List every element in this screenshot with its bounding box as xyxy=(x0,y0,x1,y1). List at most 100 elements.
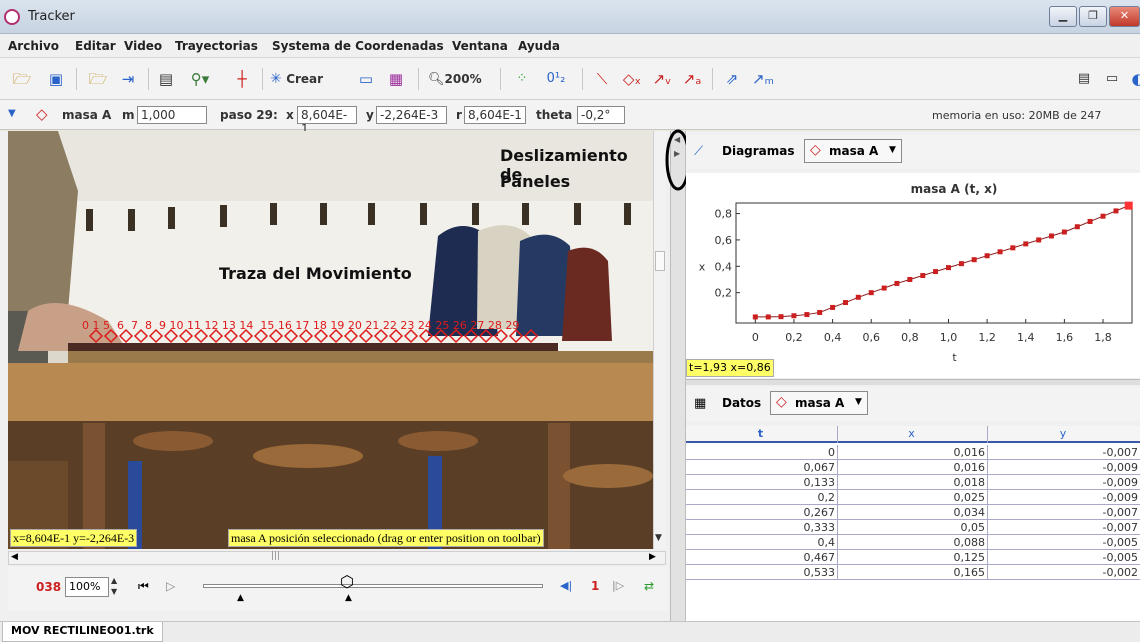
plot-track-dropdown[interactable]: ◇ masa A ▼ xyxy=(804,139,902,163)
close-button[interactable]: ✕ xyxy=(1109,6,1140,27)
menu-trayectorias[interactable]: Trayectorias xyxy=(175,39,258,53)
column-header-y[interactable]: y xyxy=(988,426,1140,443)
time-slider[interactable] xyxy=(203,584,543,588)
table-cell[interactable]: 0,067 xyxy=(686,460,838,475)
create-track-button[interactable]: ✳ Crear xyxy=(270,68,323,90)
plot-panel[interactable]: masa A (t, x) t x 0,8 0,6 0,4 0,2 0 0,2 0,4 0,6 0,8… xyxy=(686,173,1140,378)
table-cell[interactable]: 0,016 xyxy=(838,445,988,460)
vector-sum-icon[interactable]: ⇗ xyxy=(722,68,742,90)
data-point[interactable] xyxy=(843,300,849,306)
menu-archivo[interactable]: Archivo xyxy=(8,39,59,53)
data-point[interactable] xyxy=(920,273,926,279)
table-cell[interactable]: -0,007 xyxy=(988,505,1140,520)
path-icon[interactable]: ⟍ xyxy=(592,68,612,90)
table-cell[interactable]: 0,165 xyxy=(838,565,988,580)
video-horizontal-scrollbar[interactable]: ◀ ||| ▶ xyxy=(8,551,666,565)
mass-field[interactable]: 1,000 xyxy=(137,106,207,124)
notes-icon[interactable]: ▤ xyxy=(1074,68,1094,90)
track-menu-arrow-icon[interactable]: ▼ xyxy=(8,108,16,119)
column-header-t[interactable]: t xyxy=(686,426,838,443)
data-point[interactable] xyxy=(1036,237,1042,243)
data-point[interactable] xyxy=(804,312,810,318)
data-tab-label[interactable]: Datos xyxy=(722,396,761,410)
plot-tool-icon[interactable]: ⟋ xyxy=(694,144,703,159)
data-point[interactable] xyxy=(1113,208,1119,214)
data-point[interactable] xyxy=(997,249,1003,255)
maximize-button[interactable]: ❐ xyxy=(1079,6,1107,27)
data-point[interactable] xyxy=(817,309,823,315)
data-point[interactable] xyxy=(1023,241,1029,247)
r-field[interactable]: 8,604E-1 xyxy=(464,106,526,124)
table-row[interactable]: 0,333 0,05 -0,007 xyxy=(686,520,1140,535)
table-cell[interactable]: -0,002 xyxy=(988,565,1140,580)
open-folder-icon[interactable]: 🗁 xyxy=(12,68,32,90)
data-point[interactable] xyxy=(765,314,771,320)
table-cell[interactable]: 0,533 xyxy=(686,565,838,580)
table-cell[interactable]: 0,025 xyxy=(838,490,988,505)
video-frame[interactable]: 0 1 5 6 7 8 9 10 11 12 13 14 15 16 17 18… xyxy=(8,131,653,549)
table-cell[interactable]: -0,009 xyxy=(988,460,1140,475)
table-cell[interactable]: 0,267 xyxy=(686,505,838,520)
center-of-mass-icon[interactable]: ↗ₘ xyxy=(752,68,774,90)
data-point[interactable] xyxy=(1100,213,1106,219)
data-point[interactable] xyxy=(958,261,964,267)
labels-icon[interactable]: 0¹₂ xyxy=(546,68,566,90)
data-point[interactable] xyxy=(984,253,990,259)
menu-video[interactable]: Video xyxy=(124,39,162,53)
data-point[interactable] xyxy=(752,314,758,320)
table-row[interactable]: 0,4 0,088 -0,005 xyxy=(686,535,1140,550)
data-point[interactable] xyxy=(1010,245,1016,251)
data-track-dropdown[interactable]: ◇ masa A ▼ xyxy=(770,391,868,415)
help-icon[interactable]: ◐ xyxy=(1128,68,1140,90)
zoom-spinner-arrows-icon[interactable]: ▲ ▼ xyxy=(111,575,117,597)
column-header-x[interactable]: x xyxy=(838,426,988,443)
data-point[interactable] xyxy=(830,304,836,310)
table-row[interactable]: 0,2 0,025 -0,009 xyxy=(686,490,1140,505)
panel-divider[interactable]: ◀ ▶ xyxy=(670,131,686,621)
data-point[interactable] xyxy=(778,314,784,320)
scroll-thumb[interactable] xyxy=(655,251,665,271)
table-cell[interactable]: 0,05 xyxy=(838,520,988,535)
table-cell[interactable]: 0,2 xyxy=(686,490,838,505)
data-point[interactable] xyxy=(894,280,900,286)
data-point[interactable] xyxy=(1124,201,1133,210)
rewind-icon[interactable]: ⏮ xyxy=(138,579,149,594)
trails-icon[interactable]: ⁘ xyxy=(512,68,532,90)
trace-marker[interactable] xyxy=(523,328,539,344)
menu-systema-de-coordenadas[interactable]: Systema de Coordenadas xyxy=(272,39,444,53)
video-vertical-scrollbar[interactable]: ▼ xyxy=(653,131,666,549)
data-point[interactable] xyxy=(1048,233,1054,239)
table-icon[interactable]: ▦ xyxy=(694,396,706,411)
calibration-tools-icon[interactable]: ⚲▾ xyxy=(190,68,210,90)
plot-tab-label[interactable]: Diagramas xyxy=(722,144,795,158)
save-icon[interactable]: ▣ xyxy=(46,68,66,90)
filter-icon[interactable]: ▦ xyxy=(386,68,406,90)
open-video-icon[interactable]: 🗁 xyxy=(88,68,108,90)
table-row[interactable]: 0,467 0,125 -0,005 xyxy=(686,550,1140,565)
data-point[interactable] xyxy=(791,313,797,319)
data-point[interactable] xyxy=(1074,224,1080,230)
track-control-icon[interactable]: ▭ xyxy=(356,68,376,90)
zoom-spinner[interactable]: 100% xyxy=(65,577,109,597)
data-point[interactable] xyxy=(1061,229,1067,235)
scroll-down-arrow-icon[interactable]: ▼ xyxy=(655,533,662,543)
table-cell[interactable]: 0,034 xyxy=(838,505,988,520)
data-table[interactable]: t x y 0 0,016 -0,007 0,067 0,016 -0,009 0,133 0… xyxy=(686,426,1140,621)
x-field[interactable]: 8,604E-1 xyxy=(297,106,357,136)
split-handle[interactable] xyxy=(686,379,1140,385)
y-field[interactable]: -2,264E-3 xyxy=(376,106,447,124)
loop-icon[interactable]: ⇄ xyxy=(644,579,654,593)
velocity-icon[interactable]: ↗ᵥ xyxy=(652,68,672,90)
table-row[interactable]: 0,133 0,018 -0,009 xyxy=(686,475,1140,490)
data-point[interactable] xyxy=(1087,218,1093,224)
clip-settings-icon[interactable]: ▤ xyxy=(156,68,176,90)
track-name-label[interactable]: masa A xyxy=(62,108,111,122)
play-icon[interactable]: ▷ xyxy=(166,579,175,593)
menu-ayuda[interactable]: Ayuda xyxy=(518,39,560,53)
table-cell[interactable]: -0,009 xyxy=(988,475,1140,490)
table-cell[interactable]: 0,018 xyxy=(838,475,988,490)
position-icon[interactable]: ◇ₓ xyxy=(622,68,642,90)
menu-editar[interactable]: Editar xyxy=(75,39,116,53)
data-point[interactable] xyxy=(868,290,874,296)
table-row[interactable]: 0 0,016 -0,007 xyxy=(686,445,1140,460)
